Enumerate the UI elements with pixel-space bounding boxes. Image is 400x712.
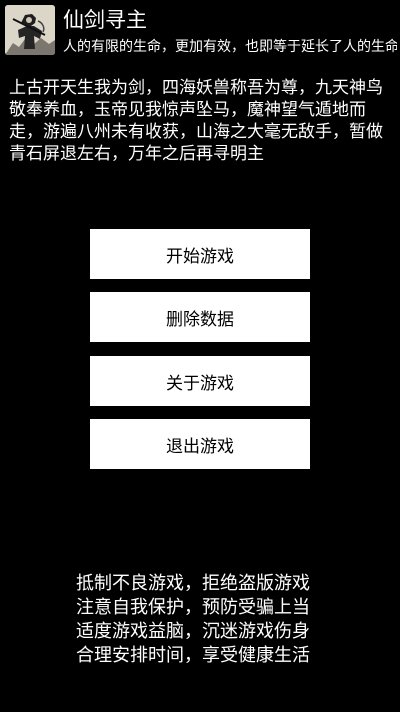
delete-data-button[interactable]: 删除数据 bbox=[90, 292, 310, 342]
notice-line: 合理安排时间，享受健康生活 bbox=[76, 645, 310, 666]
notice-line: 适度游戏益脑，沉迷游戏伤身 bbox=[76, 621, 310, 642]
health-notice: 抵制不良游戏，拒绝盗版游戏 注意自我保护，预防受骗上当 适度游戏益脑，沉迷游戏伤… bbox=[76, 572, 366, 668]
game-intro-text: 上古开天生我为剑，四海妖兽称吾为尊，九天神鸟敬奉养血，玉帝见我惊声坠马，魔神望气… bbox=[9, 78, 383, 164]
about-game-button[interactable]: 关于游戏 bbox=[90, 356, 310, 406]
notice-line: 注意自我保护，预防受骗上当 bbox=[76, 597, 310, 618]
ink-painting-swordsman-icon bbox=[5, 5, 55, 55]
app-title: 仙剑寻主 bbox=[63, 8, 147, 32]
start-game-button[interactable]: 开始游戏 bbox=[90, 229, 310, 279]
app-header: 仙剑寻主 人的有限的生命，更加有效，也即等于延长了人的生命 bbox=[0, 0, 400, 64]
exit-game-button[interactable]: 退出游戏 bbox=[90, 419, 310, 469]
app-slogan: 人的有限的生命，更加有效，也即等于延长了人的生命 bbox=[63, 39, 397, 55]
notice-line: 抵制不良游戏，拒绝盗版游戏 bbox=[76, 573, 310, 594]
